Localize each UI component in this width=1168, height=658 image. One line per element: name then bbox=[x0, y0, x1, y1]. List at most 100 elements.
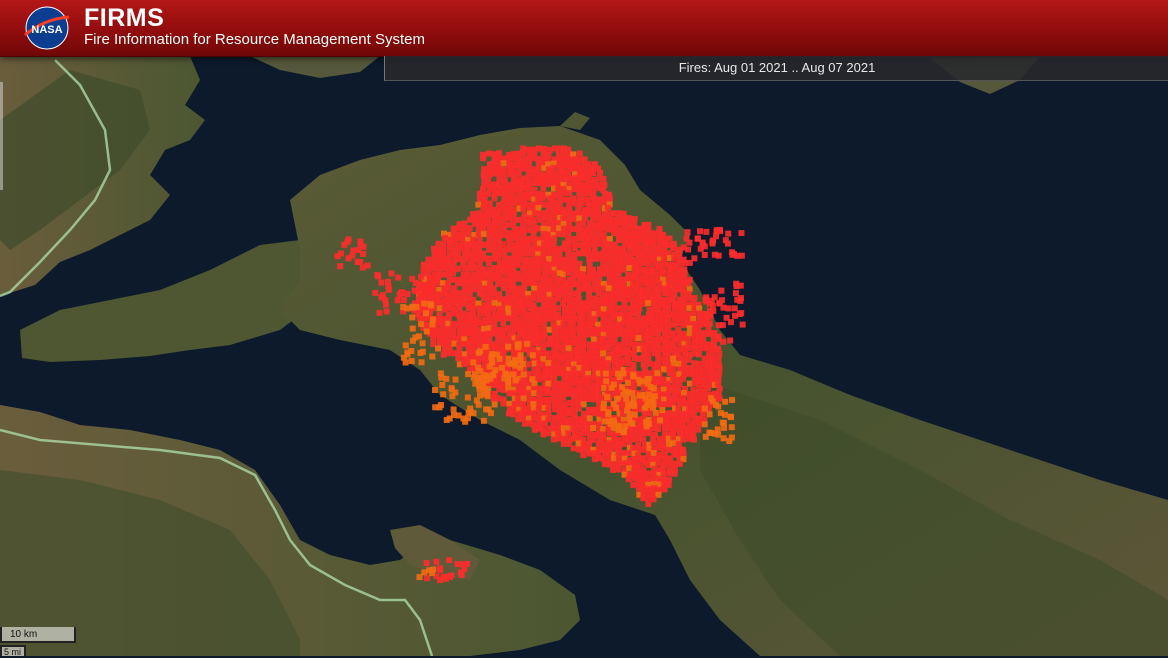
fire-detection-pixel bbox=[716, 226, 723, 233]
fire-detection-pixel bbox=[707, 313, 714, 320]
fire-detection-pixel bbox=[639, 392, 646, 399]
fire-detection-pixel bbox=[650, 300, 657, 307]
satellite-map[interactable] bbox=[0, 0, 1168, 656]
fire-detection-pixel bbox=[685, 345, 692, 352]
fire-detection-pixel bbox=[595, 215, 602, 222]
fire-detection-pixel bbox=[710, 365, 717, 372]
app-title: FIRMS bbox=[84, 4, 165, 32]
fire-detection-pixel bbox=[450, 406, 457, 413]
fire-detection-pixel bbox=[566, 285, 573, 292]
fire-detection-pixel bbox=[475, 280, 482, 287]
fire-detection-pixel bbox=[495, 235, 502, 242]
fire-detection-pixel bbox=[466, 290, 473, 297]
fire-detection-pixel bbox=[686, 365, 693, 372]
fire-detection-pixel bbox=[605, 310, 612, 317]
fire-detection-pixel bbox=[616, 350, 623, 357]
fire-detection-pixel bbox=[655, 426, 662, 433]
fire-detection-pixel bbox=[409, 337, 416, 344]
fire-detection-pixel bbox=[690, 400, 697, 407]
fire-detection-pixel bbox=[510, 165, 517, 172]
fire-detection-pixel bbox=[490, 240, 497, 247]
fire-detection-pixel bbox=[545, 350, 552, 357]
fire-detection-pixel bbox=[610, 466, 617, 473]
fire-detection-pixel bbox=[481, 166, 488, 173]
fire-detection-pixel bbox=[565, 430, 572, 437]
fire-detection-pixel bbox=[491, 195, 498, 202]
fire-detection-pixel bbox=[675, 405, 682, 412]
fire-detection-pixel bbox=[645, 300, 652, 307]
fire-detection-pixel bbox=[490, 170, 497, 177]
fire-detection-pixel bbox=[480, 417, 487, 424]
fire-detection-pixel bbox=[440, 391, 447, 398]
fire-detection-pixel bbox=[501, 205, 508, 212]
fire-detection-pixel bbox=[526, 315, 533, 322]
fire-detection-pixel bbox=[581, 215, 588, 222]
fire-detection-pixel bbox=[486, 335, 493, 342]
fire-detection-pixel bbox=[737, 297, 744, 304]
fire-detection-pixel bbox=[465, 271, 472, 278]
fire-detection-pixel bbox=[480, 205, 487, 212]
fire-detection-pixel bbox=[728, 434, 735, 441]
fire-detection-pixel bbox=[680, 375, 687, 382]
fire-detection-pixel bbox=[738, 230, 745, 237]
fire-detection-pixel bbox=[525, 185, 532, 192]
fire-detection-pixel bbox=[488, 354, 495, 361]
fire-detection-pixel bbox=[436, 305, 443, 312]
fire-detection-pixel bbox=[540, 150, 547, 157]
fire-detection-pixel bbox=[705, 385, 712, 392]
fire-detection-pixel bbox=[651, 256, 658, 263]
app-header: NASA FIRMS Fire Information for Resource… bbox=[0, 0, 1168, 57]
fire-detection-pixel bbox=[535, 340, 542, 347]
nasa-logo-icon[interactable]: NASA bbox=[22, 5, 72, 51]
fire-detection-pixel bbox=[382, 297, 389, 304]
fire-detection-pixel bbox=[723, 314, 730, 321]
fire-detection-pixel bbox=[383, 308, 390, 315]
side-panel-handle[interactable] bbox=[0, 82, 3, 190]
fire-detection-pixel bbox=[661, 366, 668, 373]
fire-detection-pixel bbox=[475, 201, 482, 208]
fire-detection-pixel bbox=[480, 320, 487, 327]
fire-detection-pixel bbox=[680, 300, 687, 307]
fire-detection-pixel bbox=[716, 395, 723, 402]
fire-detection-pixel bbox=[591, 195, 598, 202]
fire-detection-pixel bbox=[697, 245, 704, 252]
fire-detection-pixel bbox=[727, 337, 734, 344]
fire-detection-pixel bbox=[600, 425, 607, 432]
fire-detection-pixel bbox=[580, 345, 587, 352]
fire-detection-pixel bbox=[411, 287, 418, 294]
fire-detection-pixel bbox=[500, 315, 507, 322]
fire-detection-pixel bbox=[492, 366, 499, 373]
fire-detection-pixel bbox=[400, 304, 407, 311]
fire-detection-pixel bbox=[418, 321, 425, 328]
fire-detection-pixel bbox=[525, 220, 532, 227]
fire-detection-pixel bbox=[560, 395, 567, 402]
fire-detection-pixel bbox=[630, 341, 637, 348]
fire-detection-pixel bbox=[685, 246, 692, 253]
fire-detection-pixel bbox=[623, 395, 630, 402]
fire-detection-pixel bbox=[701, 405, 708, 412]
fire-detection-pixel bbox=[657, 417, 664, 424]
fire-detection-pixel bbox=[505, 343, 512, 350]
date-range-banner[interactable]: Fires: Aug 01 2021 .. Aug 07 2021 bbox=[384, 56, 1168, 81]
fire-detection-pixel bbox=[676, 381, 683, 388]
fire-detection-pixel bbox=[638, 378, 645, 385]
fire-detection-pixel bbox=[490, 330, 497, 337]
fire-detection-pixel bbox=[670, 440, 677, 447]
fire-detection-pixel bbox=[570, 445, 577, 452]
fire-detection-pixel bbox=[695, 351, 702, 358]
fire-detection-pixel bbox=[606, 220, 613, 227]
fire-detection-pixel bbox=[455, 355, 462, 362]
fire-detection-pixel bbox=[536, 261, 543, 268]
fire-detection-pixel bbox=[561, 375, 568, 382]
fire-detection-pixel bbox=[600, 175, 607, 182]
fire-detection-pixel bbox=[695, 426, 702, 433]
fire-detection-pixel bbox=[650, 240, 657, 247]
fire-detection-pixel bbox=[535, 145, 542, 152]
fire-detection-pixel bbox=[606, 195, 613, 202]
fire-detection-pixel bbox=[565, 255, 572, 262]
fire-detection-pixel bbox=[571, 236, 578, 243]
fire-detection-pixel bbox=[505, 325, 512, 332]
fire-detection-pixel bbox=[685, 295, 692, 302]
fire-detection-pixel bbox=[490, 305, 497, 312]
fire-detection-pixel bbox=[457, 569, 464, 576]
